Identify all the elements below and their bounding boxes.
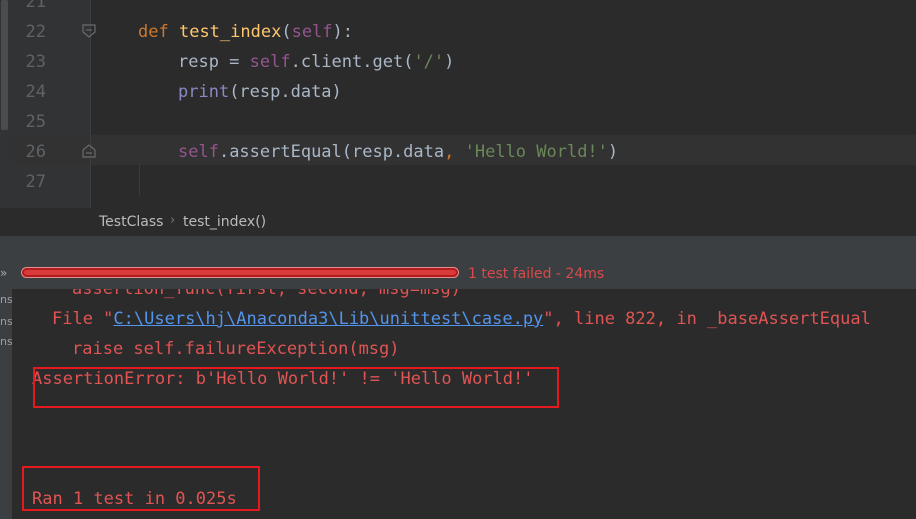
line-number: 26	[25, 142, 46, 162]
fold-end-icon[interactable]	[82, 144, 96, 158]
side-tab[interactable]: ns	[0, 315, 12, 328]
side-tab[interactable]: ns	[0, 335, 12, 348]
breadcrumb: TestClass › test_index()	[0, 208, 916, 236]
test-status-text: 1 test failed - 24ms	[468, 266, 605, 282]
builtin-function: print	[178, 82, 230, 102]
self-keyword: self	[249, 52, 291, 72]
console-text: ", line 822, in _baseAssertEqual	[543, 309, 871, 329]
panel-splitter[interactable]	[0, 236, 916, 261]
fold-collapse-icon[interactable]	[82, 24, 96, 38]
code-text: resp =	[178, 52, 250, 72]
punct: (	[281, 22, 292, 42]
code-text: )	[444, 52, 455, 72]
code-line-26[interactable]: self.assertEqual(resp.data, 'Hello World…	[178, 137, 618, 167]
highlight-box	[33, 367, 559, 408]
string-literal: 'Hello World!'	[464, 142, 608, 162]
code-line-22[interactable]: def test_index(self):	[138, 17, 353, 47]
progress-fill	[24, 270, 456, 275]
breadcrumb-method[interactable]: test_index()	[183, 214, 266, 230]
indent-guide	[139, 165, 140, 195]
line-number: 27	[25, 172, 46, 192]
code-text: .assertEqual(resp.data	[218, 142, 445, 162]
code-editor[interactable]: 21 22 23 24 25 26 27 def test_index(self…	[0, 0, 916, 208]
punct: ):	[332, 22, 354, 42]
file-path-link[interactable]: C:\Users\hj\Anaconda3\Lib\unittest\case.…	[113, 309, 543, 329]
test-progress-bar	[21, 267, 459, 278]
line-number: 25	[25, 112, 46, 132]
keyword: def	[138, 22, 169, 42]
self-keyword: self	[178, 142, 219, 162]
side-tab[interactable]: ns	[0, 293, 12, 306]
code-line-24[interactable]: print(resp.data)	[178, 77, 342, 107]
highlight-box	[22, 466, 260, 511]
line-number: 21	[25, 0, 46, 12]
console-line: raise self.failureException(msg)	[72, 339, 400, 359]
line-number: 23	[25, 52, 46, 72]
line-number: 24	[25, 82, 46, 102]
code-text: .client.get(	[290, 52, 414, 72]
console-text: File "	[52, 309, 114, 329]
line-number: 22	[25, 22, 46, 42]
comma: ,	[444, 142, 465, 162]
breadcrumb-class[interactable]: TestClass	[99, 214, 163, 230]
console-line: assertion_func(first, second, msg=msg)	[72, 289, 461, 299]
self-keyword: self	[291, 22, 333, 42]
code-text: )	[607, 142, 619, 162]
side-tab-strip: ns ns ns	[0, 289, 12, 519]
function-name: test_index	[178, 22, 282, 42]
chevron-right-icon[interactable]: »	[0, 266, 7, 280]
code-line-23[interactable]: resp = self.client.get('/')	[178, 47, 454, 77]
string-literal: '/'	[413, 52, 445, 72]
console-output[interactable]: ns ns ns assertion_func(first, second, m…	[0, 289, 916, 519]
breadcrumb-separator: ›	[170, 213, 176, 228]
console-line: File "C:\Users\hj\Anaconda3\Lib\unittest…	[52, 304, 871, 334]
code-text: (resp.data)	[229, 82, 342, 102]
